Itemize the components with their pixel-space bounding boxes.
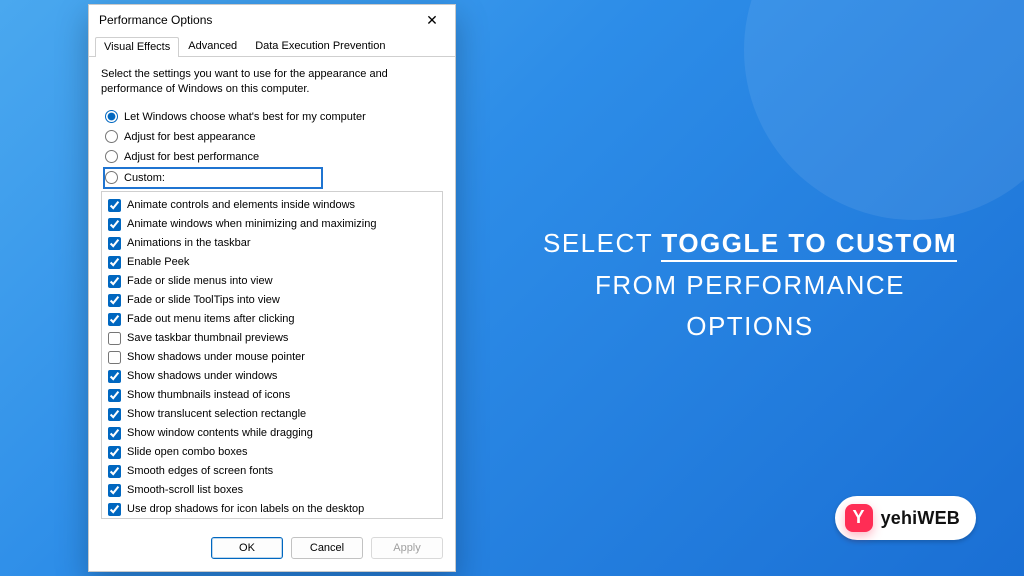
option-row[interactable]: Slide open combo boxes [108,443,436,462]
option-checkbox[interactable] [108,408,121,421]
option-label: Use drop shadows for icon labels on the … [127,503,364,515]
option-checkbox[interactable] [108,218,121,231]
option-label: Show shadows under windows [127,370,277,382]
brand-badge: Y yehiWEB [835,496,976,540]
option-checkbox[interactable] [108,503,121,516]
callout-underline: TOGGLE TO CUSTOM [661,228,957,262]
radio-label: Custom: [124,172,165,184]
option-label: Animations in the taskbar [127,237,251,249]
close-icon: ✕ [426,13,438,27]
option-checkbox[interactable] [108,332,121,345]
option-row[interactable]: Animations in the taskbar [108,234,436,253]
option-label: Fade or slide menus into view [127,275,273,287]
radio-input[interactable] [105,150,118,163]
option-checkbox[interactable] [108,199,121,212]
tab-advanced[interactable]: Advanced [179,36,246,56]
option-label: Smooth-scroll list boxes [127,484,243,496]
option-label: Show window contents while dragging [127,427,313,439]
dialog-title: Performance Options [99,13,212,27]
titlebar: Performance Options ✕ [89,5,455,35]
option-checkbox[interactable] [108,351,121,364]
radio-input[interactable] [105,130,118,143]
option-label: Show thumbnails instead of icons [127,389,290,401]
brand-text: yehiWEB [881,508,960,529]
brand-text-b: WEB [917,508,960,529]
option-row[interactable]: Save taskbar thumbnail previews [108,329,436,348]
option-checkbox[interactable] [108,446,121,459]
option-checkbox[interactable] [108,275,121,288]
tab-label: Visual Effects [104,41,170,53]
option-row[interactable]: Show thumbnails instead of icons [108,386,436,405]
tab-visual-effects[interactable]: Visual Effects [95,37,179,57]
option-row[interactable]: Show translucent selection rectangle [108,405,436,424]
option-row[interactable]: Fade or slide ToolTips into view [108,291,436,310]
radio-row[interactable]: Let Windows choose what's best for my co… [103,107,443,127]
option-row[interactable]: Animate controls and elements inside win… [108,196,436,215]
option-checkbox[interactable] [108,389,121,402]
option-label: Slide open combo boxes [127,446,247,458]
option-label: Animate controls and elements inside win… [127,199,355,211]
option-label: Show translucent selection rectangle [127,408,306,420]
instruction-text: Select the settings you want to use for … [101,67,443,97]
radio-group: Let Windows choose what's best for my co… [103,107,443,189]
visual-effects-panel: Select the settings you want to use for … [89,57,455,525]
dialog-buttons: OK Cancel Apply [89,525,455,571]
option-checkbox[interactable] [108,427,121,440]
brand-text-a: yehi [881,508,918,529]
callout-line-1: SELECT TOGGLE TO CUSTOM [530,225,970,261]
option-row[interactable]: Show shadows under windows [108,367,436,386]
option-row[interactable]: Fade out menu items after clicking [108,310,436,329]
performance-options-dialog: Performance Options ✕ Visual Effects Adv… [88,4,456,572]
option-checkbox[interactable] [108,484,121,497]
option-checkbox[interactable] [108,313,121,326]
close-button[interactable]: ✕ [417,9,447,31]
tab-label: Advanced [188,40,237,52]
callout-pre: SELECT [543,228,661,258]
brand-logo-icon: Y [845,504,873,532]
option-label: Animate windows when minimizing and maxi… [127,218,376,230]
option-row[interactable]: Show window contents while dragging [108,424,436,443]
radio-row[interactable]: Adjust for best appearance [103,127,443,147]
cancel-button[interactable]: Cancel [291,537,363,559]
option-label: Enable Peek [127,256,189,268]
option-label: Show shadows under mouse pointer [127,351,305,363]
ok-button[interactable]: OK [211,537,283,559]
background-circle [744,0,1024,220]
radio-row[interactable]: Custom: [103,167,323,189]
radio-input[interactable] [105,171,118,184]
option-checkbox[interactable] [108,465,121,478]
option-label: Save taskbar thumbnail previews [127,332,288,344]
option-checkbox[interactable] [108,256,121,269]
radio-label: Adjust for best performance [124,151,259,163]
option-label: Fade out menu items after clicking [127,313,295,325]
option-checkbox[interactable] [108,294,121,307]
effects-checkbox-list[interactable]: Animate controls and elements inside win… [101,191,443,519]
option-row[interactable]: Use drop shadows for icon labels on the … [108,500,436,519]
option-row[interactable]: Show shadows under mouse pointer [108,348,436,367]
option-label: Smooth edges of screen fonts [127,465,273,477]
tabstrip: Visual Effects Advanced Data Execution P… [89,35,455,57]
radio-label: Let Windows choose what's best for my co… [124,111,366,123]
option-row[interactable]: Enable Peek [108,253,436,272]
instruction-callout: SELECT TOGGLE TO CUSTOM FROM PERFORMANCE… [530,225,970,344]
option-checkbox[interactable] [108,237,121,250]
apply-button[interactable]: Apply [371,537,443,559]
radio-label: Adjust for best appearance [124,131,255,143]
option-row[interactable]: Animate windows when minimizing and maxi… [108,215,436,234]
radio-input[interactable] [105,110,118,123]
radio-row[interactable]: Adjust for best performance [103,147,443,167]
option-row[interactable]: Smooth edges of screen fonts [108,462,436,481]
callout-line-3: OPTIONS [530,308,970,344]
callout-line-2: FROM PERFORMANCE [530,267,970,303]
option-label: Fade or slide ToolTips into view [127,294,280,306]
tab-dep[interactable]: Data Execution Prevention [246,36,394,56]
brand-logo-letter: Y [853,507,865,528]
stage: Performance Options ✕ Visual Effects Adv… [0,0,1024,576]
option-checkbox[interactable] [108,370,121,383]
option-row[interactable]: Smooth-scroll list boxes [108,481,436,500]
tab-label: Data Execution Prevention [255,40,385,52]
option-row[interactable]: Fade or slide menus into view [108,272,436,291]
